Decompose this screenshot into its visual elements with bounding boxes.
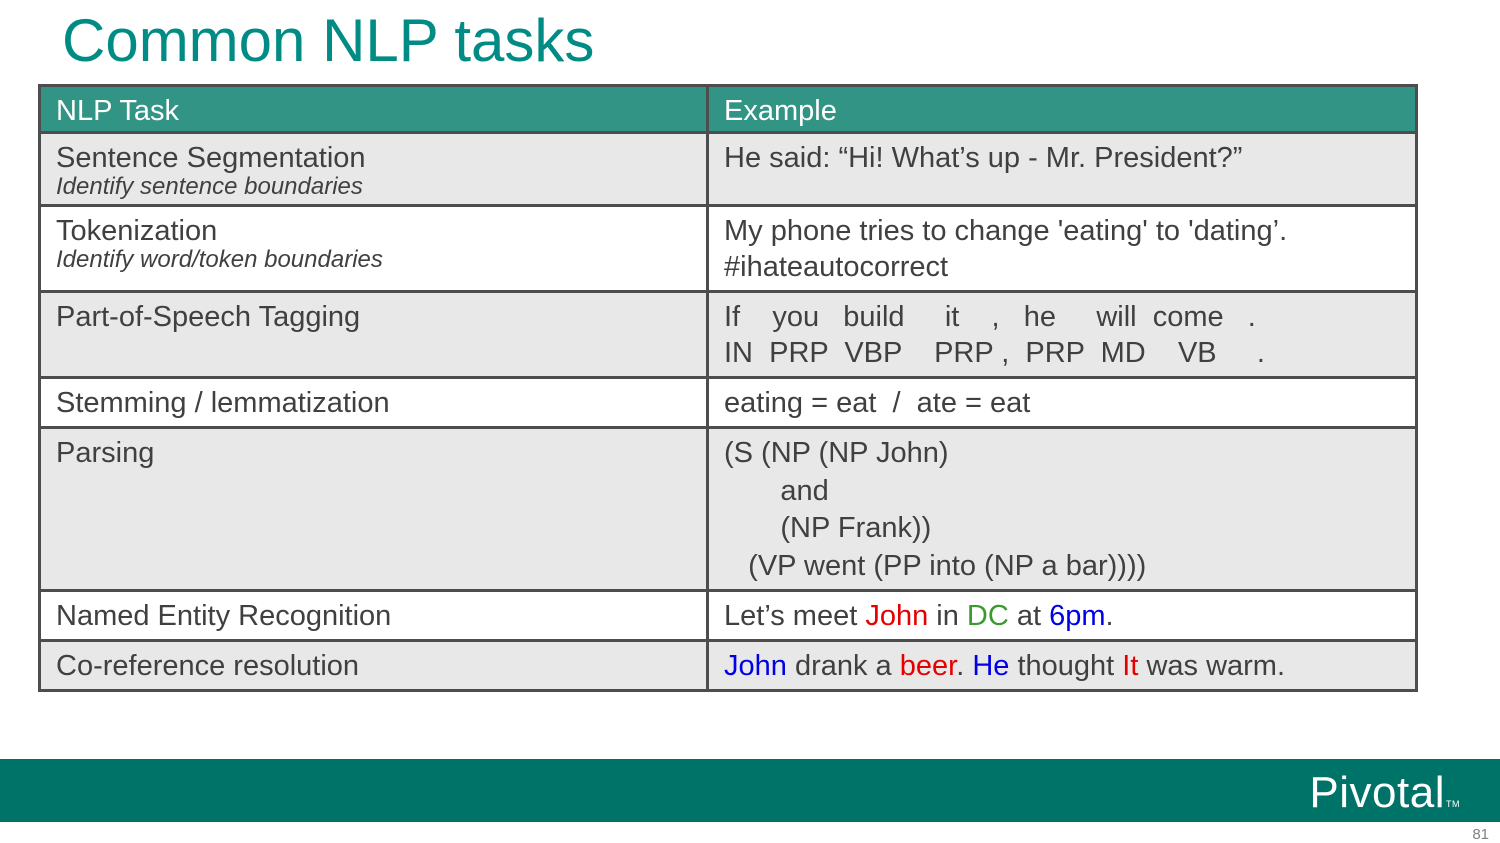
- table-row: Parsing (S (NP (NP John) and (NP Frank))…: [38, 426, 1418, 592]
- example-cell: eating = eat / ate = eat: [706, 376, 1418, 429]
- task-cell: Part-of-Speech Tagging: [38, 290, 709, 379]
- task-name: Tokenization: [56, 215, 218, 247]
- text-segment: in: [928, 600, 967, 632]
- example-cell: (S (NP (NP John) and (NP Frank)) (VP wen…: [706, 426, 1418, 592]
- footer-bar: PivotalTM: [0, 759, 1500, 822]
- table-row: Part-of-Speech Tagging If you build it ,…: [38, 290, 1418, 379]
- table-row: Co-reference resolution John drank a bee…: [38, 639, 1418, 692]
- coref-john: John: [724, 650, 787, 682]
- example-cell: My phone tries to change 'eating' to 'da…: [706, 204, 1418, 293]
- header-example: Example: [706, 84, 1418, 134]
- task-name: Sentence Segmentation: [56, 142, 366, 174]
- slide-title: Common NLP tasks: [62, 7, 595, 74]
- text-segment: at: [1008, 600, 1050, 632]
- trademark-mark: TM: [1446, 799, 1460, 809]
- table-row: Stemming / lemmatization eating = eat / …: [38, 376, 1418, 429]
- text-segment: .: [956, 650, 973, 682]
- text-segment: drank a: [786, 650, 900, 682]
- text-segment: .: [1105, 600, 1114, 632]
- text-segment: was warm.: [1138, 650, 1286, 682]
- coref-he: He: [972, 650, 1010, 682]
- pos-tags-line: IN PRP VBP PRP , PRP MD VB .: [724, 337, 1265, 369]
- parse-line: (S (NP (NP John): [724, 437, 949, 469]
- task-cell: Sentence Segmentation Identify sentence …: [38, 131, 709, 207]
- parse-line: (NP Frank)): [724, 512, 932, 544]
- parse-line: (VP went (PP into (NP a bar)))): [724, 549, 1147, 582]
- task-subtitle: Identify word/token boundaries: [56, 246, 383, 273]
- entity-person: John: [865, 600, 929, 632]
- coref-it: It: [1122, 650, 1139, 682]
- pivotal-logo: PivotalTM: [1309, 769, 1460, 828]
- example-cell: He said: “Hi! What’s up - Mr. President?…: [706, 131, 1418, 207]
- text-segment: Let’s meet: [724, 600, 866, 632]
- task-cell: Co-reference resolution: [38, 639, 709, 692]
- page-number: 81: [1472, 826, 1489, 843]
- entity-location: DC: [966, 600, 1009, 632]
- text-segment: thought: [1009, 650, 1123, 682]
- table-row: Tokenization Identify word/token boundar…: [38, 204, 1418, 293]
- header-nlp-task: NLP Task: [38, 84, 709, 134]
- example-line: My phone tries to change 'eating' to 'da…: [724, 215, 1288, 247]
- task-cell: Named Entity Recognition: [38, 589, 709, 642]
- example-cell: Let’s meet John in DC at 6pm.: [706, 589, 1418, 642]
- table-row: Named Entity Recognition Let’s meet John…: [38, 589, 1418, 642]
- parse-line: and: [724, 474, 829, 507]
- task-subtitle: Identify sentence boundaries: [56, 173, 363, 200]
- entity-time: 6pm: [1049, 600, 1106, 632]
- logo-text: Pivotal: [1309, 768, 1445, 817]
- example-cell: John drank a beer. He thought It was war…: [706, 639, 1418, 692]
- task-cell: Tokenization Identify word/token boundar…: [38, 204, 709, 293]
- example-cell: If you build it , he will come . IN PRP …: [706, 290, 1418, 379]
- nlp-tasks-table: NLP Task Example Sentence Segmentation I…: [38, 84, 1418, 692]
- table-row: Sentence Segmentation Identify sentence …: [38, 131, 1418, 207]
- task-cell: Parsing: [38, 426, 709, 592]
- task-cell: Stemming / lemmatization: [38, 376, 709, 429]
- table-header-row: NLP Task Example: [38, 84, 1418, 134]
- example-line: #ihateautocorrect: [724, 251, 949, 283]
- coref-beer: beer: [899, 650, 957, 682]
- pos-words-line: If you build it , he will come .: [724, 301, 1256, 333]
